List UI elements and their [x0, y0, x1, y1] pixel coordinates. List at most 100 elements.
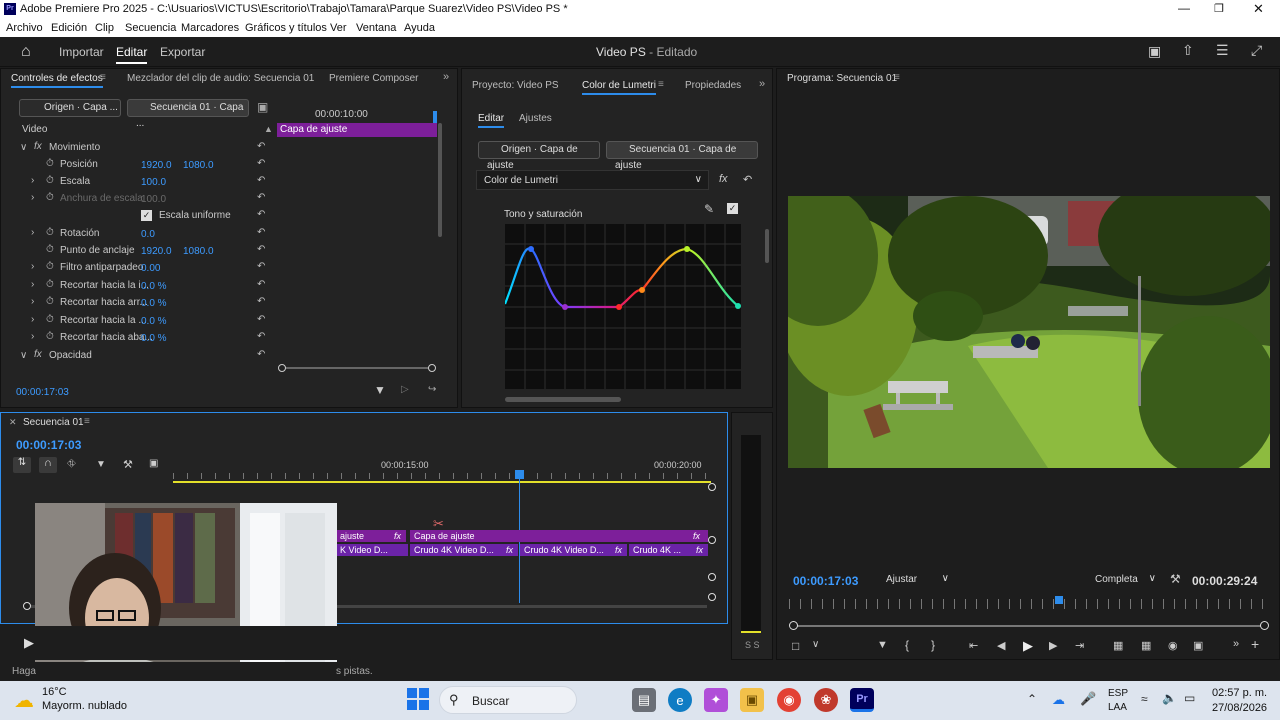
adjustment-layer-bar[interactable]: Capa de ajuste — [277, 123, 437, 137]
more-buttons-icon[interactable]: » — [1233, 638, 1239, 650]
fx-row-recortar-1[interactable]: › ⏱ Recortar hacia la i... 0.0 % ↶ — [1, 278, 273, 295]
play-icon[interactable]: ▶ — [1023, 638, 1033, 654]
snap-icon[interactable]: ∩ — [39, 457, 57, 473]
reset-icon[interactable]: ↶ — [257, 279, 265, 290]
clip-adjustment-2[interactable]: Capa de ajuste fx — [410, 530, 708, 542]
work-area-bar[interactable] — [173, 481, 711, 483]
meter-solo-labels[interactable]: S S — [745, 640, 760, 650]
premiere-taskbar-icon[interactable]: Pr — [850, 688, 874, 712]
taskbar-search[interactable]: ⚲ Buscar — [439, 686, 577, 714]
wrench-icon[interactable]: ⚒ — [1170, 572, 1181, 586]
minimize-icon[interactable]: — — [1178, 1, 1190, 15]
zoom-handle-left[interactable] — [278, 364, 286, 372]
chevron-right-icon[interactable]: › — [31, 175, 34, 186]
edge-icon[interactable]: e — [668, 688, 692, 712]
fx-value-y[interactable]: 1080.0 — [183, 246, 214, 257]
panel-menu-icon[interactable]: ≡ — [100, 72, 106, 83]
chevron-down-icon[interactable]: ∨ — [812, 639, 819, 650]
weather-desc[interactable]: Mayorm. nublado — [42, 700, 127, 712]
tab-effect-controls[interactable]: Controles de efectos — [11, 73, 103, 88]
tab-importar[interactable]: Importar — [59, 45, 104, 59]
share-icon[interactable]: ⇧ — [1182, 42, 1194, 59]
reset-icon[interactable]: ↶ — [257, 209, 265, 220]
reset-icon[interactable]: ↶ — [257, 227, 265, 238]
fit-select[interactable]: Ajustar ∨ — [881, 572, 953, 588]
fx-row-movimiento[interactable]: ∨ fx Movimiento ↶ — [1, 140, 273, 157]
captions-icon[interactable]: ▣ — [149, 458, 158, 469]
close-tab-icon[interactable]: ✕ — [9, 417, 17, 428]
menu-ver[interactable]: Ver — [330, 22, 347, 34]
add-button-icon[interactable]: + — [1251, 636, 1259, 652]
tab-audio-mixer[interactable]: Mezclador del clip de audio: Secuencia 0… — [127, 73, 314, 84]
lift-icon[interactable]: ▦ — [1113, 639, 1123, 652]
fx-value-x[interactable]: 1920.0 — [141, 160, 172, 171]
timeline-settings-icon[interactable]: ⚒ — [123, 458, 133, 471]
start-button[interactable] — [407, 688, 429, 710]
clock-date[interactable]: 27/08/2026 — [1212, 702, 1267, 714]
reset-icon[interactable]: ↶ — [257, 244, 265, 255]
fx-value[interactable]: 0.0 % — [141, 298, 167, 309]
clip-video-4[interactable]: Crudo 4K ... fx — [629, 544, 708, 556]
work-area-end-handle[interactable] — [708, 483, 716, 491]
stopwatch-icon[interactable]: ⏱ — [46, 279, 54, 290]
clip-adjustment-1[interactable]: ajuste fx — [336, 530, 406, 542]
fx-value-y[interactable]: 1080.0 — [183, 160, 214, 171]
lumetri-sequence-button[interactable]: Secuencia 01 · Capa de ajuste — [606, 141, 758, 171]
program-zoom-bar[interactable] — [793, 625, 1265, 627]
chevron-right-icon[interactable]: › — [31, 296, 34, 307]
reset-icon[interactable]: ↶ — [257, 175, 265, 186]
panel-scrollbar[interactable] — [765, 229, 769, 263]
mark-out-icon[interactable]: } — [931, 638, 935, 652]
filter-icon[interactable]: ▼ — [374, 383, 386, 397]
fx-row-escala[interactable]: › ⏱ Escala 100.0 ↶ — [1, 174, 273, 191]
quality-select[interactable]: Completa ∨ — [1090, 572, 1160, 588]
reset-icon[interactable]: ↶ — [257, 261, 265, 272]
tab-premiere-composer[interactable]: Premiere Composer — [329, 73, 418, 84]
more-tabs-icon[interactable]: » — [443, 71, 449, 83]
marker-icon[interactable]: ▼ — [877, 639, 888, 651]
reset-icon[interactable]: ↶ — [257, 158, 265, 169]
safe-margins-icon[interactable]: □ — [792, 639, 799, 653]
quick-export-icon[interactable]: ▣ — [1148, 43, 1161, 60]
program-ruler[interactable] — [789, 599, 1269, 609]
chevron-right-icon[interactable]: › — [31, 331, 34, 342]
eyedropper-icon[interactable]: ✎ — [704, 202, 714, 216]
tab-properties[interactable]: Propiedades — [685, 80, 741, 91]
wifi-icon[interactable]: ≈ — [1141, 692, 1148, 706]
step-back-icon[interactable]: ◀ — [997, 639, 1005, 652]
fx-row-recortar-3[interactable]: › ⏱ Recortar hacia la ... 0.0 % ↶ — [1, 313, 273, 330]
chevron-right-icon[interactable]: › — [31, 279, 34, 290]
fx-row-escala-uniforme[interactable]: ✓ Escala uniforme ↶ — [1, 208, 273, 225]
workspace-menu-icon[interactable]: ☰ — [1216, 42, 1229, 59]
panel-menu-icon[interactable]: ≡ — [84, 416, 90, 427]
microphone-icon[interactable]: 🎤 — [1080, 691, 1096, 707]
reset-icon[interactable]: ↶ — [257, 314, 265, 325]
fx-row-filtro[interactable]: › ⏱ Filtro antiparpadeo 0.00 ↶ — [1, 260, 273, 277]
subtab-editar[interactable]: Editar — [478, 113, 505, 128]
stopwatch-icon[interactable]: ⏱ — [46, 175, 54, 186]
stopwatch-icon[interactable]: ⏱ — [46, 314, 54, 325]
timeline-playhead-head[interactable] — [515, 470, 524, 479]
play-icon[interactable]: ▶ — [24, 635, 34, 651]
nest-toggle-icon[interactable]: ⇅ — [13, 457, 31, 473]
weather-temp[interactable]: 16°C — [42, 686, 67, 698]
stopwatch-icon[interactable]: ⏱ — [46, 158, 54, 169]
hscroll-handle-left[interactable] — [23, 602, 31, 610]
fx-row-recortar-2[interactable]: › ⏱ Recortar hacia arr... 0.0 % ↶ — [1, 295, 273, 312]
zoom-scrollbar[interactable] — [281, 367, 433, 369]
program-title[interactable]: Programa: Secuencia 01 — [787, 73, 897, 84]
compare-icon[interactable]: ▣ — [1193, 639, 1203, 652]
mark-in-icon[interactable]: { — [905, 638, 909, 652]
program-playhead[interactable] — [1055, 596, 1063, 604]
reset-icon[interactable]: ↶ — [743, 173, 752, 186]
hue-sat-curve[interactable] — [503, 224, 741, 389]
panel-toggle-icon[interactable]: ▣ — [257, 100, 268, 114]
fx-value-x[interactable]: 1920.0 — [141, 246, 172, 257]
go-to-out-icon[interactable]: ⇥ — [1075, 639, 1084, 652]
curve-scrollbar[interactable] — [505, 397, 621, 402]
reset-icon[interactable]: ↶ — [257, 349, 265, 360]
zoom-handle-right[interactable] — [1260, 621, 1269, 630]
fx-row-recortar-4[interactable]: › ⏱ Recortar hacia aba... 0.0 % ↶ — [1, 330, 273, 347]
track-scroll-handle-1[interactable] — [708, 536, 716, 544]
chevron-right-icon[interactable]: › — [31, 261, 34, 272]
